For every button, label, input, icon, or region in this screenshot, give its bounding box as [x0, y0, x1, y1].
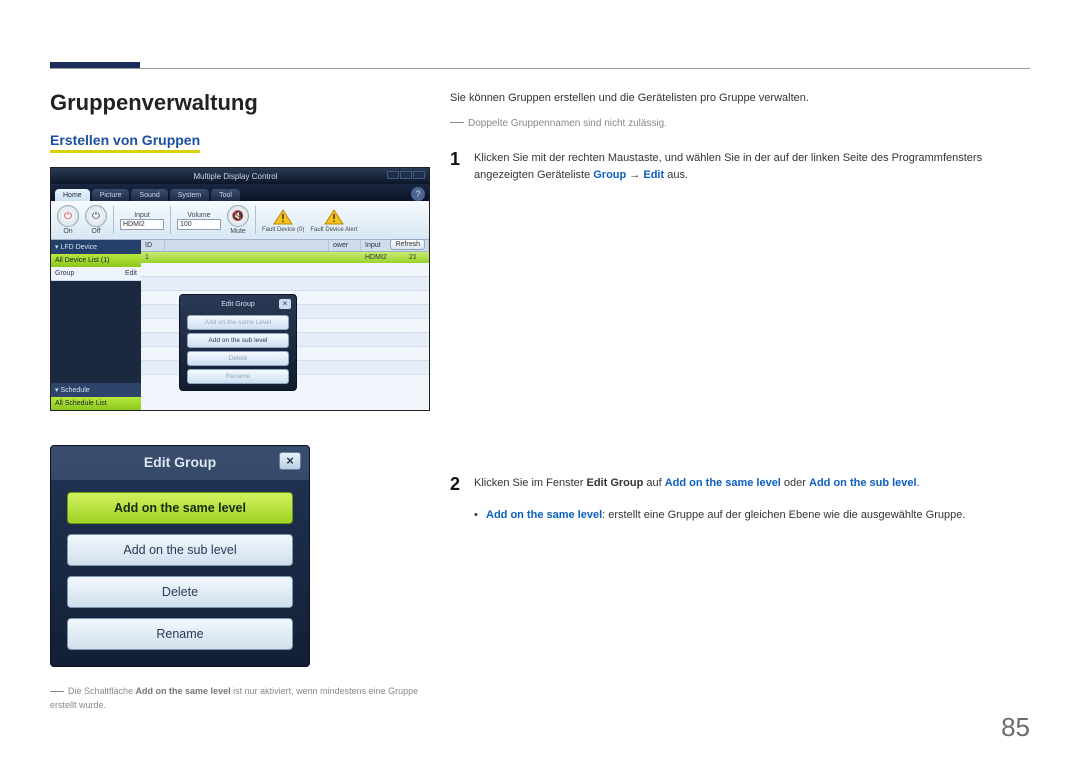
step-1: 1 Klicken Sie mit der rechten Maustaste,…: [450, 150, 1030, 185]
edit-group-dialog-small: Edit Group × Add on the same Level Add o…: [179, 294, 297, 391]
dialog-title: Edit Group: [221, 301, 254, 308]
tab-sound[interactable]: Sound: [131, 189, 167, 201]
side-group-edit[interactable]: Edit: [125, 270, 137, 277]
step-1-number: 1: [450, 150, 474, 185]
mdc-toolbar: ⏻On ⏻Off InputHDMI2 Volume100 🔇Mute Faul…: [51, 201, 429, 240]
mdc-screenshot: Multiple Display Control Home Picture So…: [50, 167, 430, 411]
cell-input: HDMI2: [361, 252, 405, 263]
page-heading: Gruppenverwaltung: [50, 90, 430, 116]
cell-vol: 21: [405, 252, 429, 263]
fault-alert-icon[interactable]: [323, 208, 345, 226]
power-off-button[interactable]: ⏻: [85, 205, 107, 227]
mute-button[interactable]: 🔇: [227, 205, 249, 227]
refresh-button[interactable]: Refresh: [390, 239, 425, 250]
fault-device-icon[interactable]: [272, 208, 294, 226]
side-group-label: Group: [55, 270, 74, 277]
input-select[interactable]: HDMI2: [120, 219, 164, 230]
eg-close-button[interactable]: ×: [279, 452, 301, 470]
eg-add-same-level[interactable]: Add on the same level: [67, 492, 293, 524]
mute-label: Mute: [230, 228, 246, 235]
cell-id: 1: [141, 252, 165, 263]
dialog-add-sub-level[interactable]: Add on the sub level: [187, 333, 289, 348]
power-on-button[interactable]: ⏻: [57, 205, 79, 227]
step-2-number: 2: [450, 475, 474, 495]
left-footnote: Die Schaltfläche Add on the same level i…: [50, 685, 430, 712]
dialog-delete[interactable]: Delete: [187, 351, 289, 366]
intro-text: Sie können Gruppen erstellen und die Ger…: [450, 90, 1030, 108]
input-label: Input: [134, 212, 150, 219]
bullet-same-level: • Add on the same level: erstellt eine G…: [450, 507, 1030, 525]
on-label: On: [63, 228, 72, 235]
table-header: ID ower Input: [141, 240, 429, 252]
side-schedule-head[interactable]: ▾ Schedule: [51, 383, 141, 397]
step-2: 2 Klicken Sie im Fenster Edit Group auf …: [450, 475, 1030, 495]
window-controls[interactable]: [386, 171, 425, 181]
page-subheading: Erstellen von Gruppen: [50, 132, 200, 153]
side-schedule-list[interactable]: All Schedule List: [51, 397, 141, 410]
volume-label: Volume: [187, 212, 210, 219]
mdc-title: Multiple Display Control: [193, 172, 277, 181]
side-lfd-head[interactable]: ▾ LFD Device: [51, 240, 141, 254]
table-row[interactable]: 1 HDMI2 21: [141, 252, 429, 263]
col-power: ower: [329, 240, 361, 251]
fault-alert-label: Fault Device Alert: [310, 227, 357, 233]
side-group-row[interactable]: Group Edit: [51, 267, 141, 281]
dialog-rename[interactable]: Rename: [187, 369, 289, 384]
page-number: 85: [1001, 712, 1030, 743]
eg-title: Edit Group: [144, 454, 216, 470]
help-icon[interactable]: ?: [411, 187, 425, 201]
edit-group-dialog-large: Edit Group × Add on the same level Add o…: [50, 445, 310, 667]
side-all-devices[interactable]: All Device List (1): [51, 254, 141, 267]
off-label: Off: [91, 228, 100, 235]
tab-home[interactable]: Home: [55, 189, 90, 201]
dialog-add-same-level[interactable]: Add on the same Level: [187, 315, 289, 330]
tab-picture[interactable]: Picture: [92, 189, 130, 201]
eg-delete[interactable]: Delete: [67, 576, 293, 608]
mdc-titlebar: Multiple Display Control: [51, 168, 429, 184]
note-text: Doppelte Gruppennamen sind nicht zulässi…: [450, 116, 1030, 132]
col-id: ID: [141, 240, 165, 251]
tab-tool[interactable]: Tool: [211, 189, 240, 201]
eg-rename[interactable]: Rename: [67, 618, 293, 650]
mdc-tabs: Home Picture Sound System Tool ?: [51, 184, 429, 201]
dialog-close-button[interactable]: ×: [279, 299, 291, 309]
fault-device-label: Fault Device (0): [262, 227, 304, 233]
tab-system[interactable]: System: [170, 189, 209, 201]
volume-value[interactable]: 100: [177, 219, 221, 230]
eg-add-sub-level[interactable]: Add on the sub level: [67, 534, 293, 566]
